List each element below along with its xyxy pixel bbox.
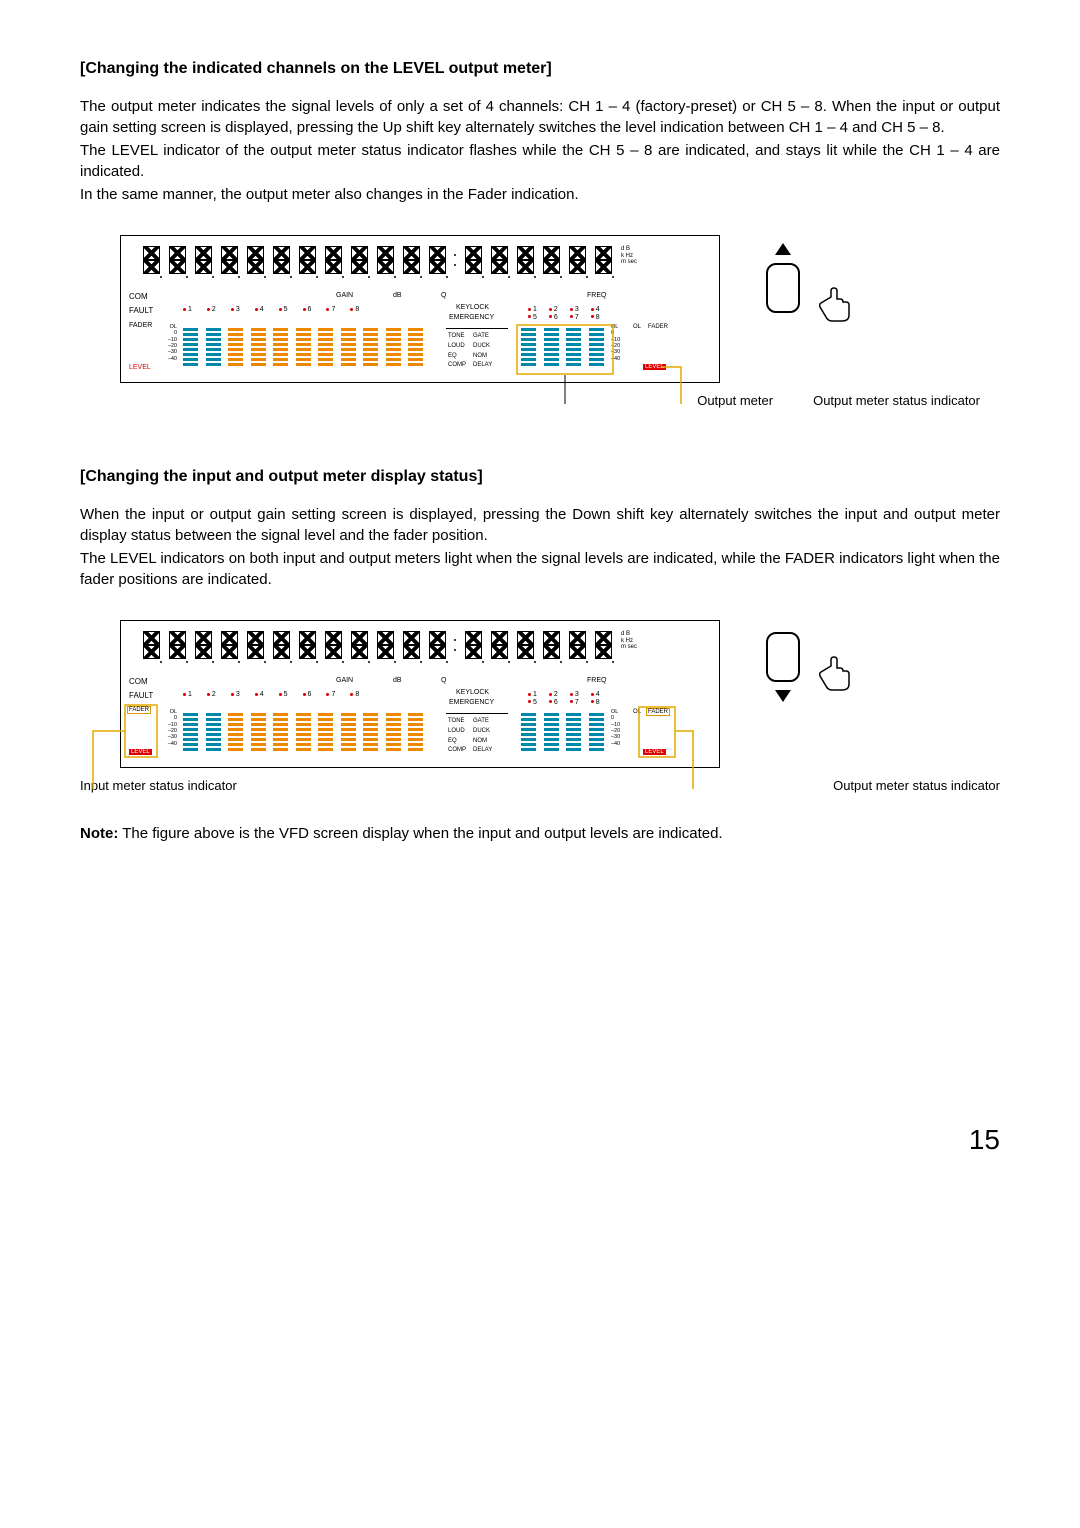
diagram-2-callouts: Input meter status indicator Output mete… xyxy=(80,778,1000,793)
section-level-channels: [Changing the indicated channels on the … xyxy=(80,60,1000,408)
dsp-function-labels: TONEGATE LOUDDUCK EQNOM COMPDELAY xyxy=(446,328,508,372)
vfd-panel-1: d B k Hz m sec COM FAULT FADER LEVEL GAI… xyxy=(120,235,720,383)
para-1-3: In the same manner, the output meter als… xyxy=(80,184,1000,205)
segment-display-row: d B k Hz m sec xyxy=(143,246,709,274)
label-fader-left: FADER xyxy=(129,322,152,329)
callout-output-meter: Output meter xyxy=(697,393,773,408)
diagram-1-callouts: Output meter Output meter status indicat… xyxy=(80,393,1000,408)
label-q: Q xyxy=(441,292,446,299)
dsp-function-labels: TONEGATE LOUDDUCK EQNOM COMPDELAY xyxy=(446,713,508,757)
callout-output-status: Output meter status indicator xyxy=(813,393,980,408)
output-scale: OL0–10 –20–30–40 xyxy=(611,709,627,747)
label-ol-right: OL xyxy=(633,709,641,715)
up-shift-key-graphic xyxy=(748,263,828,313)
label-level-left: LEVEL xyxy=(129,364,151,371)
label-com: COM xyxy=(129,292,148,301)
label-fader-right-hl: FADER xyxy=(646,708,670,716)
page-number: 15 xyxy=(80,1124,1000,1156)
label-com: COM xyxy=(129,677,148,686)
label-fader-left-hl: FADER xyxy=(127,706,151,714)
label-q: Q xyxy=(441,677,446,684)
segment-display-row: d B k Hz m sec xyxy=(143,631,709,659)
note-text: The figure above is the VFD screen displ… xyxy=(118,825,722,842)
label-freq: FREQ xyxy=(587,292,606,299)
section-display-status: [Changing the input and output meter dis… xyxy=(80,468,1000,844)
callout-input-status: Input meter status indicator xyxy=(80,778,237,793)
label-fault: FAULT xyxy=(129,306,153,315)
level-indicator-right: LEVEL xyxy=(643,364,666,370)
label-emergency: EMERGENCY xyxy=(449,699,494,706)
label-ol-right: OL xyxy=(633,324,641,330)
para-2-2: The LEVEL indicators on both input and o… xyxy=(80,548,1000,590)
note-bold: Note: xyxy=(80,825,118,842)
input-meter xyxy=(183,713,423,757)
vfd-panel-2: d B k Hz m sec COM FAULT FADER LEVEL GAI… xyxy=(120,620,720,768)
unit-labels: d B k Hz m sec xyxy=(621,631,637,651)
input-scale: OL0–10 –20–30–40 xyxy=(161,709,177,747)
input-channel-indicators: 12 34 56 78 xyxy=(183,306,359,313)
label-level-left-hl: LEVEL xyxy=(129,749,152,755)
heading-2: [Changing the input and output meter dis… xyxy=(80,468,1000,486)
label-fault: FAULT xyxy=(129,691,153,700)
label-db: dB xyxy=(393,292,402,299)
label-db: dB xyxy=(393,677,402,684)
triangle-down-icon xyxy=(775,690,791,702)
label-gain: GAIN xyxy=(336,292,353,299)
label-keylock: KEYLOCK xyxy=(456,689,489,696)
output-meter xyxy=(521,713,604,757)
level-indicator-right: LEVEL xyxy=(643,749,666,755)
output-meter xyxy=(521,328,604,372)
label-keylock: KEYLOCK xyxy=(456,304,489,311)
diagram-2: d B k Hz m sec COM FAULT FADER LEVEL GAI… xyxy=(80,620,1000,793)
heading-1: [Changing the indicated channels on the … xyxy=(80,60,1000,78)
label-fader-right: FADER xyxy=(648,324,668,330)
output-channel-indicators: 1234 5678 xyxy=(528,306,612,321)
note-line: Note: The figure above is the VFD screen… xyxy=(80,823,1000,844)
input-scale: OL0–10 –20–30–40 xyxy=(161,324,177,362)
input-meter xyxy=(183,328,423,372)
unit-labels: d B k Hz m sec xyxy=(621,246,637,266)
label-gain: GAIN xyxy=(336,677,353,684)
para-2-1: When the input or output gain setting sc… xyxy=(80,504,1000,546)
down-shift-key-graphic xyxy=(748,632,828,682)
para-1-2: The LEVEL indicator of the output meter … xyxy=(80,140,1000,182)
diagram-1: d B k Hz m sec COM FAULT FADER LEVEL GAI… xyxy=(80,235,1000,408)
input-channel-indicators: 12 34 56 78 xyxy=(183,691,359,698)
label-emergency: EMERGENCY xyxy=(449,314,494,321)
output-channel-indicators: 1234 5678 xyxy=(528,691,612,706)
para-1-1: The output meter indicates the signal le… xyxy=(80,96,1000,138)
hand-cursor-icon xyxy=(816,654,856,694)
callout-output-status-2: Output meter status indicator xyxy=(833,778,1000,793)
triangle-up-icon xyxy=(775,243,791,255)
label-freq: FREQ xyxy=(587,677,606,684)
hand-cursor-icon xyxy=(816,285,856,325)
output-scale: OL0–10 –20–30–40 xyxy=(611,324,627,362)
